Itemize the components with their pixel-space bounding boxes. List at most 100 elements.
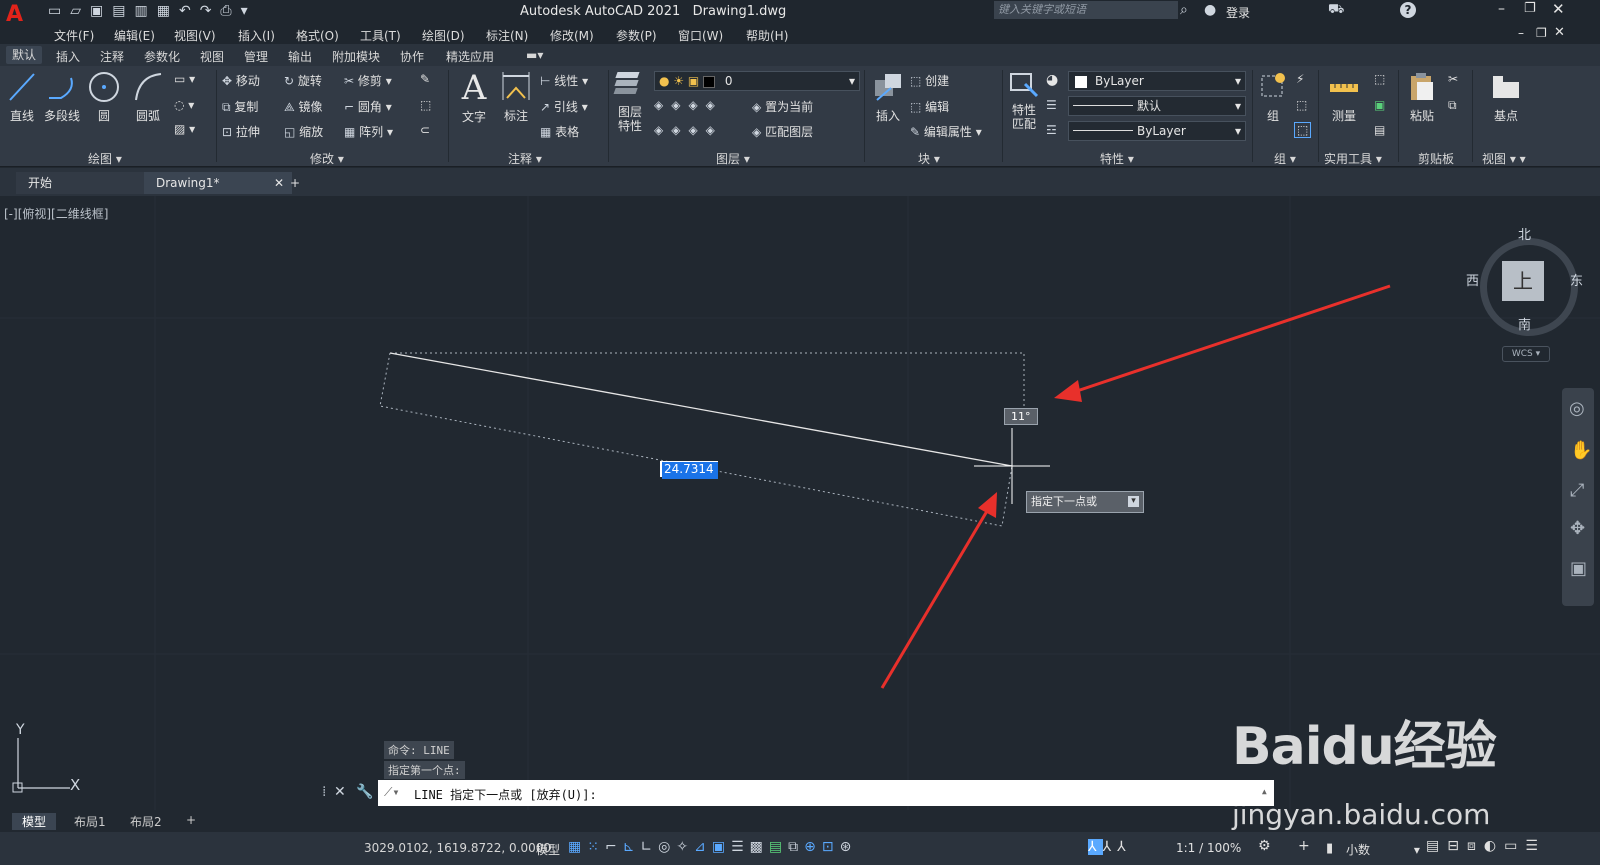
options-arrow-icon[interactable]: ▾ <box>1128 496 1139 507</box>
menu-parametric[interactable]: 参数(P) <box>616 27 657 44</box>
layers-panel-title[interactable]: 图层 ▾ <box>716 150 750 167</box>
tab-model[interactable]: 模型 <box>12 813 57 830</box>
dynamic-ucs-icon[interactable]: ▤ <box>769 839 788 855</box>
doc-restore-icon[interactable]: ❐ <box>1536 26 1547 40</box>
hatch-icon[interactable]: ▨ ▾ <box>174 122 195 136</box>
osnap-icon[interactable]: ✧ <box>676 839 694 855</box>
edit-attributes-tool[interactable]: ✎ 编辑属性 ▾ <box>910 123 982 140</box>
save-as-icon[interactable]: ▤ <box>112 3 134 19</box>
showmotion-icon[interactable]: ▣ <box>1570 558 1587 579</box>
ribbon-toggle-icon[interactable]: ▬▾ <box>526 48 543 62</box>
stretch-tool[interactable]: ⊡ 拉伸 <box>222 123 260 140</box>
undo-icon[interactable]: ↶ <box>179 3 200 19</box>
tab-view[interactable]: 视图 <box>200 48 224 65</box>
wcs-menu[interactable]: WCS ▾ <box>1502 346 1550 362</box>
user-icon[interactable]: ● <box>1204 2 1216 18</box>
drawn-line[interactable] <box>389 352 1013 467</box>
search-icon[interactable]: ⌕ <box>1180 2 1188 18</box>
search-box[interactable]: 键入关键字或短语 <box>994 1 1178 19</box>
layer-state-icons[interactable]: ◈◈◈◈ <box>654 98 723 112</box>
base-point-tool[interactable]: 基点 <box>1482 70 1530 124</box>
text-tool[interactable]: A 文字 <box>454 68 494 125</box>
layer-properties-tool[interactable]: 图层 特性 <box>612 68 648 133</box>
doc-minimize-icon[interactable]: – <box>1518 26 1524 40</box>
tab-start[interactable]: 开始 <box>16 172 162 194</box>
login-link[interactable]: 登录 <box>1226 4 1250 21</box>
viewcube-top-face[interactable]: 上 <box>1502 261 1544 301</box>
isolate-objects-icon[interactable]: ⧈ <box>1467 838 1484 854</box>
annotation-panel-title[interactable]: 注释 ▾ <box>508 150 542 167</box>
array-tool[interactable]: ▦ 阵列 ▾ <box>344 123 393 140</box>
linetype-dropdown[interactable]: 默认 ▾ <box>1068 96 1246 116</box>
utilities-panel-title[interactable]: 实用工具 ▾ <box>1324 150 1382 167</box>
annotation-toggles[interactable]: ⅄⅄⅄ <box>1088 839 1132 855</box>
menu-help[interactable]: 帮助(H) <box>746 27 788 44</box>
menu-dimension[interactable]: 标注(N) <box>486 27 528 44</box>
restore-icon[interactable]: ❐ <box>1524 1 1536 16</box>
menu-window[interactable]: 窗口(W) <box>678 27 723 44</box>
annotation-scale-icon[interactable]: ⅄ <box>1088 839 1103 855</box>
insert-block-tool[interactable]: 插入 <box>868 70 908 124</box>
tab-featured-apps[interactable]: 精选应用 <box>446 48 494 65</box>
open-file-icon[interactable]: ▱ <box>70 3 90 19</box>
coordinates-readout[interactable]: 3029.0102, 1619.8722, 0.0000 <box>364 841 551 855</box>
scale-tool[interactable]: ◱ 缩放 <box>284 123 323 140</box>
workspace-gear-icon[interactable]: ⚙ <box>1258 838 1271 854</box>
publish-icon[interactable]: ▥ <box>134 3 156 19</box>
linear-dim-tool[interactable]: ⊢ 线性 ▾ <box>540 72 588 89</box>
ungroup-icon[interactable]: ⚡ <box>1296 72 1304 86</box>
measure-tool[interactable]: 测量 <box>1322 70 1366 124</box>
status-right-icons[interactable]: ▤⊟⧈◐▭☰ <box>1426 838 1546 854</box>
tab-collaborate[interactable]: 协作 <box>400 48 424 65</box>
lineweight-icon[interactable]: ☲ <box>1046 123 1057 137</box>
minimize-icon[interactable]: – <box>1498 1 1505 17</box>
compass-west[interactable]: 西 <box>1466 270 1479 289</box>
selection-filter-icon[interactable]: ⧉ <box>788 839 804 855</box>
command-recent-icon[interactable]: ▴ <box>1261 784 1268 798</box>
lineweight-toggle-icon[interactable]: ⊿ <box>694 839 712 855</box>
menu-insert[interactable]: 插入(I) <box>238 27 275 44</box>
steering-wheel-icon[interactable]: ◎ <box>1569 398 1585 419</box>
copy-clip-icon[interactable]: ⧉ <box>1448 98 1457 113</box>
explode-icon[interactable]: ⬚ <box>420 98 431 112</box>
command-customize-icon[interactable]: 🔧 <box>356 784 373 800</box>
trim-tool[interactable]: ✂ 修剪 ▾ <box>344 72 392 89</box>
quick-select-icon[interactable]: ⬚ <box>1374 72 1385 86</box>
orbit-icon[interactable]: ✥ <box>1570 518 1585 539</box>
paste-tool[interactable]: 粘贴 <box>1402 70 1442 124</box>
tab-parametric[interactable]: 参数化 <box>144 48 180 65</box>
arc-tool[interactable]: 圆弧 <box>128 70 168 124</box>
tab-insert[interactable]: 插入 <box>56 48 80 65</box>
transparency-icon[interactable]: ▣ <box>712 839 731 855</box>
hardware-acceleration-icon[interactable]: ◐ <box>1484 838 1504 854</box>
create-block-tool[interactable]: ⬚ 创建 <box>910 72 949 89</box>
fillet-tool[interactable]: ⌐ 圆角 ▾ <box>344 98 392 115</box>
calculator-icon[interactable]: ▣ <box>1374 98 1385 112</box>
menu-modify[interactable]: 修改(M) <box>550 27 594 44</box>
zoom-extents-icon[interactable]: ⤢ <box>1570 480 1584 501</box>
cut-icon[interactable]: ✂ <box>1448 72 1458 86</box>
match-properties-tool[interactable]: 特性 匹配 <box>1006 70 1042 131</box>
dimension-tool[interactable]: 标注 <box>496 70 536 124</box>
offset-icon[interactable]: ⊂ <box>420 123 430 137</box>
erase-icon[interactable]: ✎ <box>420 72 430 86</box>
selection-cycling-icon[interactable]: ☰ <box>731 839 750 855</box>
grid-icon[interactable]: ▦ <box>568 839 587 855</box>
customize-dropdown-icon[interactable]: ▾ <box>241 3 257 19</box>
tab-layout2[interactable]: 布局2 <box>130 813 162 830</box>
line-tool[interactable]: 直线 <box>4 70 40 124</box>
modify-panel-title[interactable]: 修改 ▾ <box>310 150 344 167</box>
view-panel-title[interactable]: 视图 ▾ ▾ <box>1482 150 1526 167</box>
new-tab-icon[interactable]: + <box>278 172 312 194</box>
rectangle-icon[interactable]: ▭ ▾ <box>174 72 195 86</box>
clipboard-panel-title[interactable]: 剪贴板 <box>1418 150 1454 167</box>
hatch-ellipse-icon[interactable]: ◌ ▾ <box>174 98 194 112</box>
tab-layout1[interactable]: 布局1 <box>74 813 106 830</box>
layer-dropdown[interactable]: ● ☀ ▣ 0 ▾ <box>654 71 860 91</box>
annotation-monitor-icon[interactable]: + <box>1298 838 1310 854</box>
polyline-tool[interactable]: 多段线 <box>42 70 82 124</box>
move-tool[interactable]: ✥ 移动 <box>222 72 260 89</box>
menu-view[interactable]: 视图(V) <box>174 27 216 44</box>
snap-icon[interactable]: ⁙ <box>587 839 605 855</box>
command-bar-grip[interactable]: ⁞ <box>322 784 326 800</box>
